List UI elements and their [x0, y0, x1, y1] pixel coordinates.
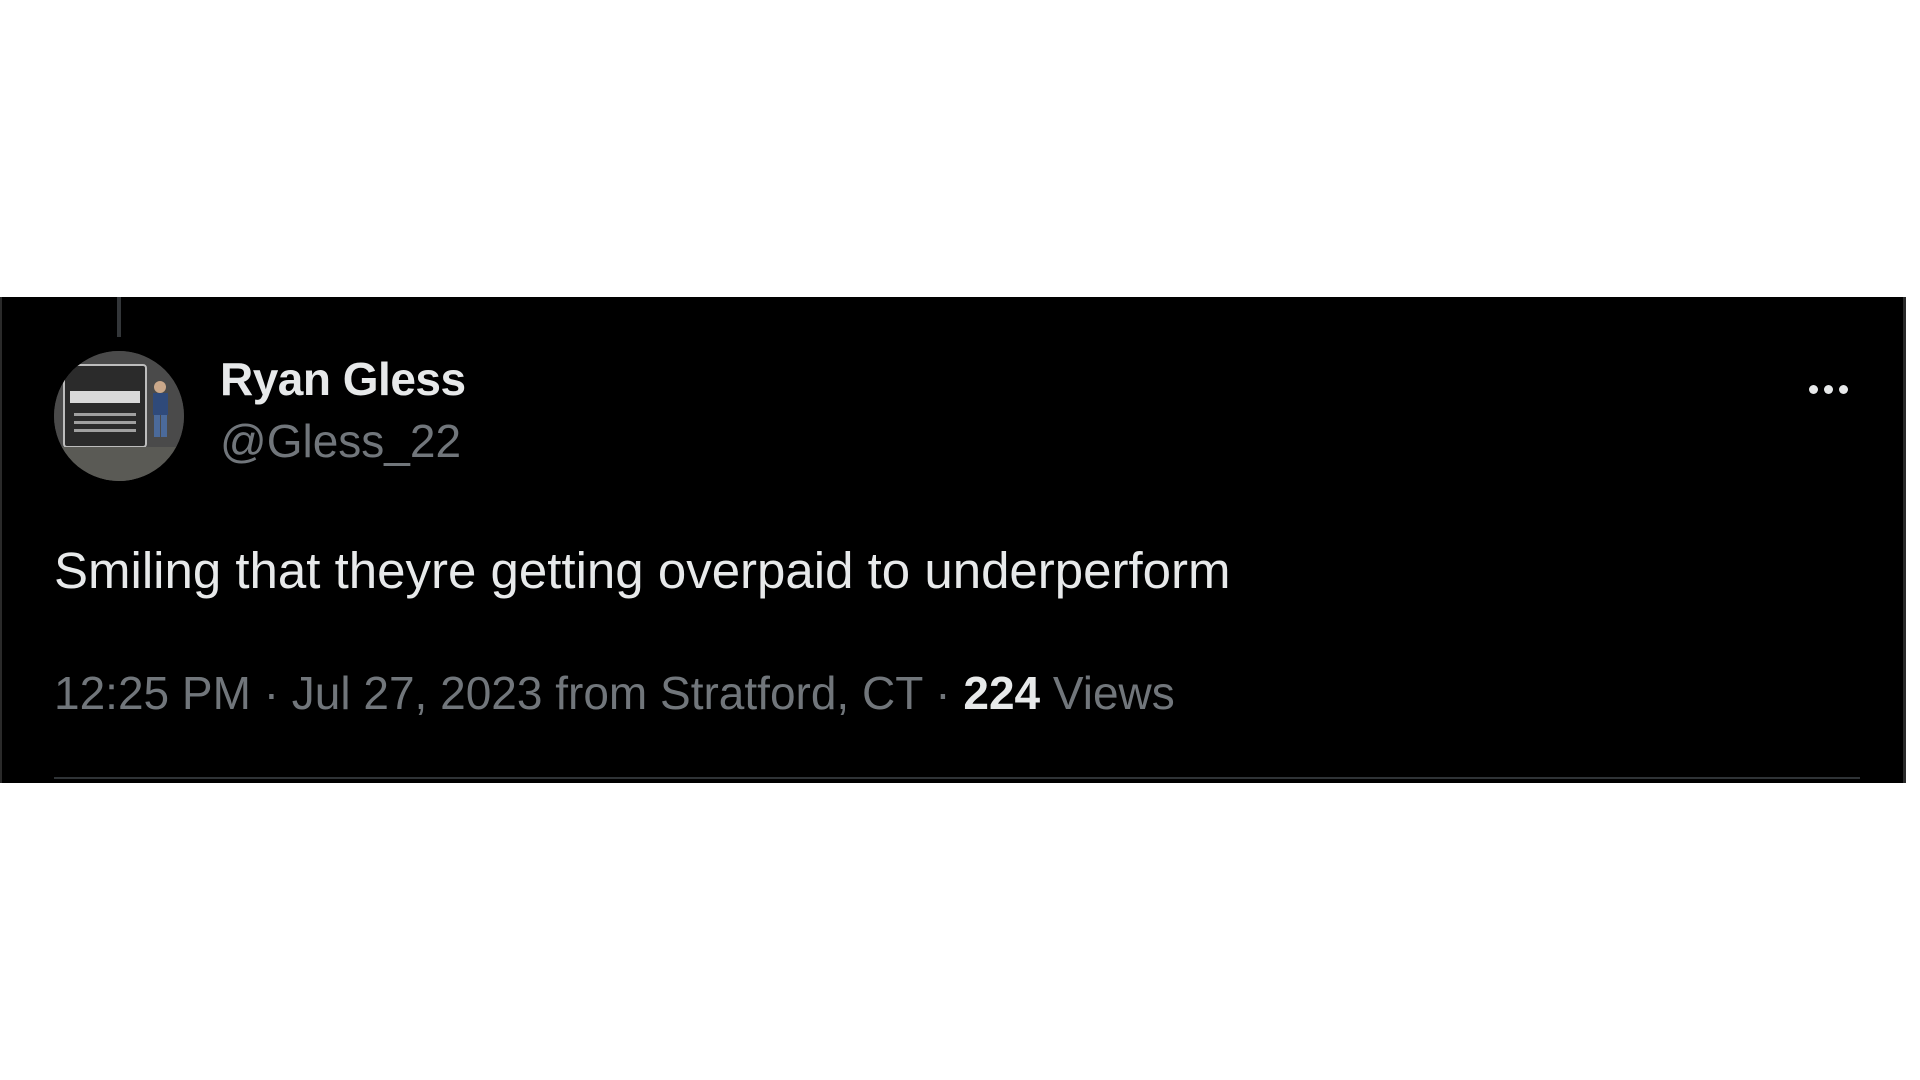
author-name[interactable]: Ryan Gless: [220, 351, 466, 407]
divider: [54, 777, 1860, 779]
views-count[interactable]: 224: [963, 667, 1040, 719]
tweet-card: Ryan Gless @Gless_22 Smiling that theyre…: [0, 297, 1906, 783]
author-handle[interactable]: @Gless_22: [220, 413, 461, 469]
views-label[interactable]: Views: [1053, 667, 1175, 719]
meta-separator: ·: [935, 667, 951, 719]
thread-connector-line: [117, 297, 121, 337]
avatar[interactable]: [54, 351, 184, 481]
tweet-time[interactable]: 12:25 PM: [54, 667, 251, 719]
more-horizontal-icon: [1808, 384, 1818, 394]
tweet-text: Smiling that theyre getting overpaid to …: [54, 542, 1231, 599]
meta-separator: ·: [263, 667, 280, 719]
avatar-photo-icon: [54, 351, 184, 481]
tweet-meta: 12:25 PM · Jul 27, 2023 from Stratford, …: [54, 663, 1175, 723]
tweet-date[interactable]: Jul 27, 2023: [292, 667, 543, 719]
more-options-button[interactable]: [1798, 369, 1858, 409]
more-horizontal-icon: [1838, 384, 1848, 394]
tweet-location: from Stratford, CT: [555, 667, 923, 719]
more-horizontal-icon: [1823, 384, 1833, 394]
